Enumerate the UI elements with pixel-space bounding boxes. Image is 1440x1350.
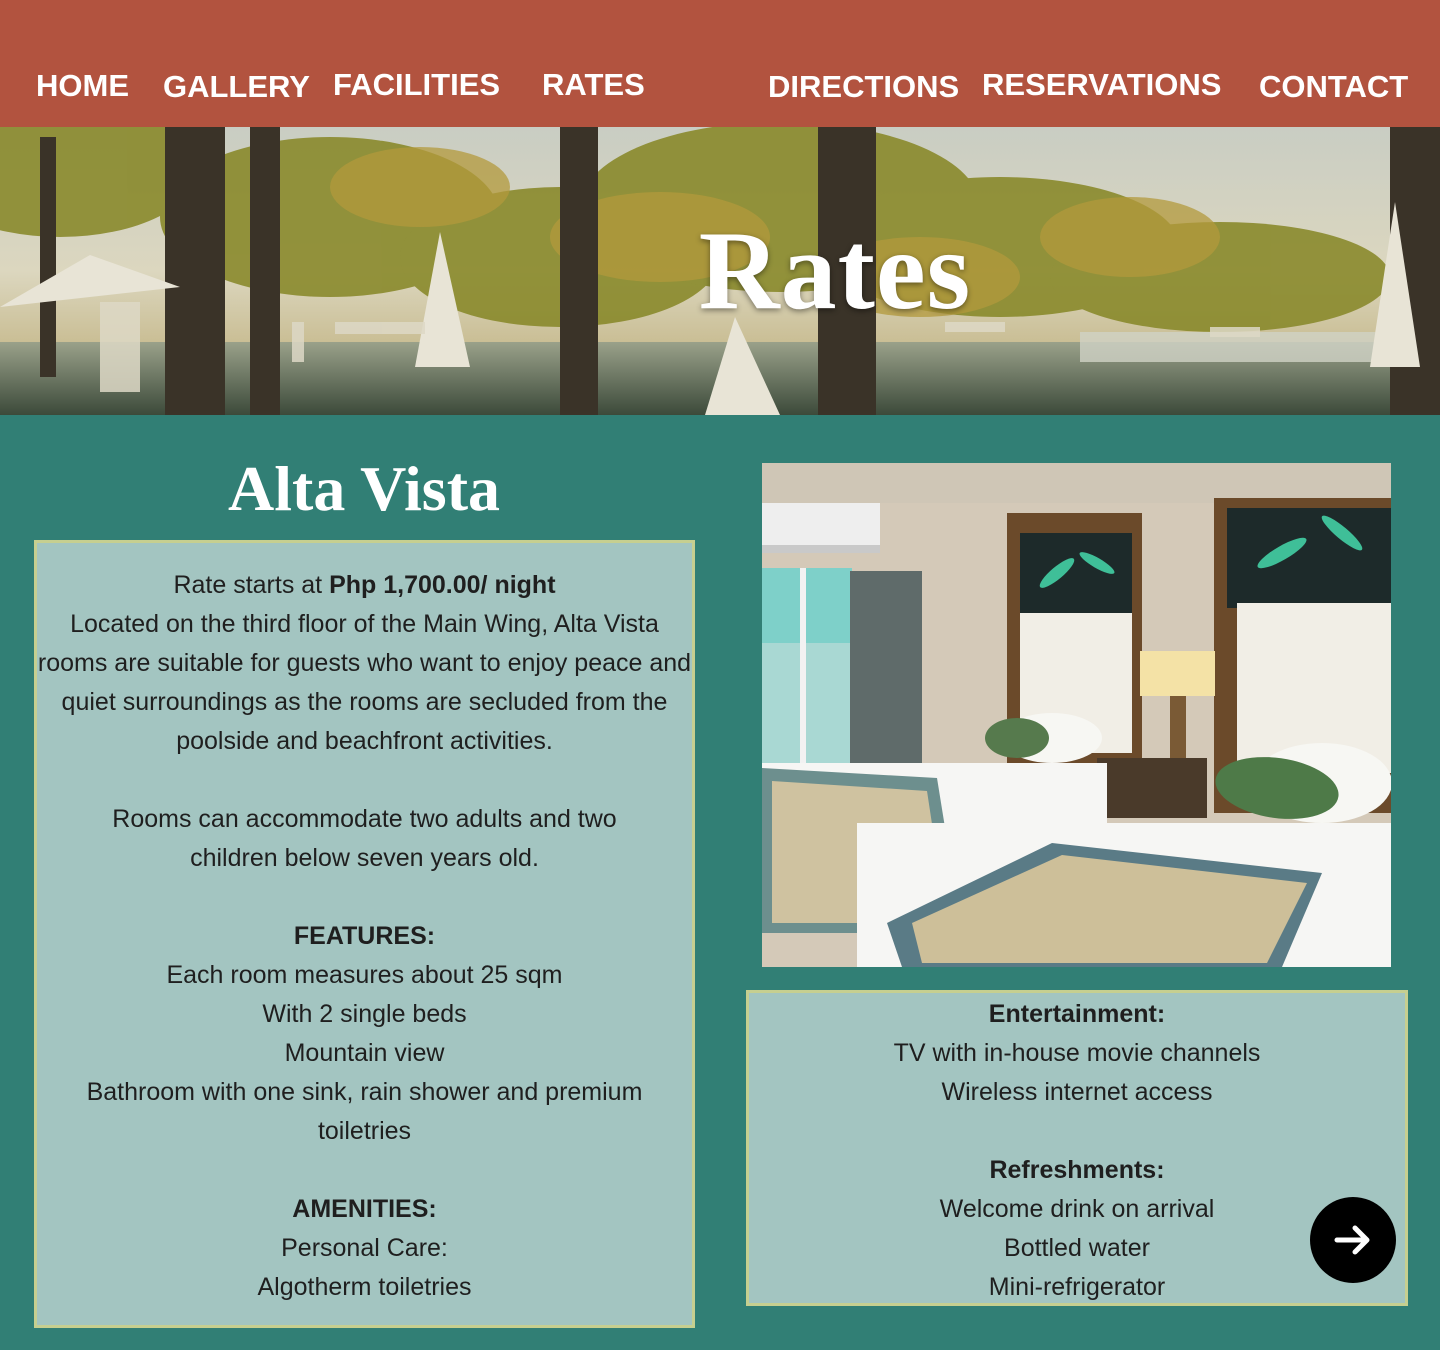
feature-item: With 2 single beds: [262, 1000, 467, 1028]
personal-care-heading: Personal Care:: [281, 1234, 448, 1262]
entertainment-item: TV with in-house movie channels: [893, 1039, 1261, 1067]
refreshment-item: Welcome drink on arrival: [939, 1195, 1215, 1223]
arrow-right-icon: [1334, 1225, 1370, 1255]
entertainment-item: Wireless internet access: [941, 1078, 1213, 1106]
nav-reservations-link[interactable]: RESERVATIONS: [982, 67, 1221, 103]
top-nav: HOME GALLERY FACILITIES RATES DIRECTIONS…: [0, 0, 1440, 127]
room-amenities-box: Entertainment: TV with in-house movie ch…: [746, 990, 1408, 1306]
feature-item: Each room measures about 25 sqm: [166, 961, 563, 989]
amenities-heading: AMENITIES:: [292, 1195, 437, 1223]
entertainment-heading: Entertainment:: [988, 1000, 1166, 1028]
refreshment-item: Mini-refrigerator: [988, 1273, 1166, 1301]
nav-facilities-link[interactable]: FACILITIES: [333, 67, 500, 103]
nav-rates-link[interactable]: RATES: [542, 67, 645, 103]
rate-value: Php 1,700.00/ night: [329, 571, 556, 599]
room-details-box: Rate starts at Php 1,700.00/ night Locat…: [34, 540, 695, 1328]
next-button[interactable]: [1310, 1197, 1396, 1283]
room-capacity: Rooms can accommodate two adults and two…: [112, 805, 617, 872]
room-description: Located on the third floor of the Main W…: [37, 610, 692, 755]
page-title: Rates: [698, 209, 972, 333]
features-heading: FEATURES:: [293, 922, 436, 950]
room-name-heading: Alta Vista: [228, 453, 500, 524]
rate-prefix: Rate starts at: [173, 571, 330, 599]
refreshment-item: Bottled water: [1004, 1234, 1150, 1262]
room-photo-image: [762, 463, 1391, 967]
nav-home-link[interactable]: HOME: [36, 68, 129, 104]
hero-banner: Rates: [0, 127, 1440, 415]
nav-contact-link[interactable]: CONTACT: [1259, 69, 1408, 105]
feature-item: Mountain view: [284, 1039, 445, 1067]
refreshments-heading: Refreshments:: [989, 1156, 1165, 1184]
rate-line: Rate starts at Php 1,700.00/ night: [37, 566, 692, 605]
room-photo: [762, 463, 1391, 967]
feature-item: Bathroom with one sink, rain shower and …: [86, 1078, 643, 1145]
personal-care-item: Algotherm toiletries: [257, 1273, 472, 1301]
nav-directions-link[interactable]: DIRECTIONS: [768, 69, 959, 105]
nav-gallery-link[interactable]: GALLERY: [163, 69, 310, 105]
